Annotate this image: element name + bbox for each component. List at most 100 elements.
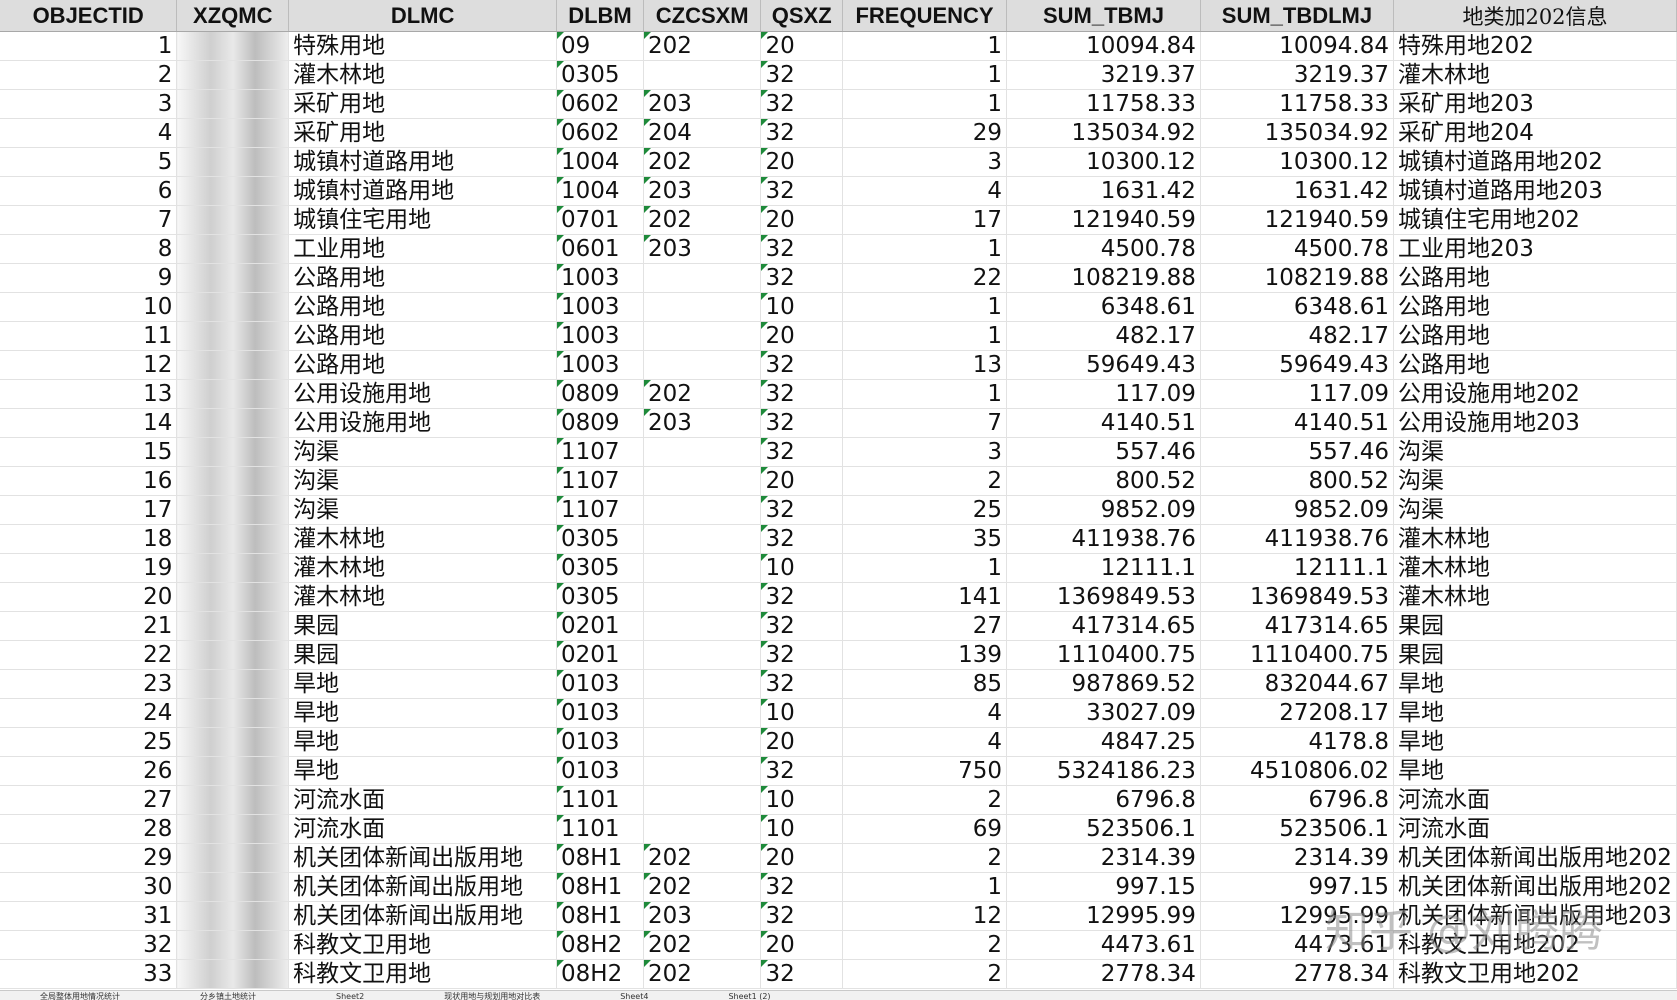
cell-xzqmc[interactable] <box>176 60 290 90</box>
cell-sum-tbdlmj[interactable]: 2314.39 <box>1200 843 1395 873</box>
cell-objectid[interactable]: 19 <box>0 553 178 583</box>
cell-objectid[interactable]: 28 <box>0 814 178 844</box>
cell-xzqmc[interactable] <box>176 930 290 960</box>
cell-czcsxm[interactable]: 203 <box>643 901 762 931</box>
cell--202-[interactable]: 特殊用地202 <box>1393 31 1677 61</box>
cell-sum-tbdlmj[interactable]: 3219.37 <box>1200 60 1395 90</box>
cell-objectid[interactable]: 27 <box>0 785 178 815</box>
cell-dlmc[interactable]: 果园 <box>288 611 558 641</box>
cell--202-[interactable]: 城镇村道路用地203 <box>1393 176 1677 206</box>
cell-objectid[interactable]: 14 <box>0 408 178 438</box>
cell-qsxz[interactable]: 10 <box>760 698 843 728</box>
cell-dlbm[interactable]: 0305 <box>556 60 644 90</box>
cell-qsxz[interactable]: 32 <box>760 524 843 554</box>
cell--202-[interactable]: 沟渠 <box>1393 495 1677 525</box>
cell-frequency[interactable]: 4 <box>842 698 1008 728</box>
cell-xzqmc[interactable] <box>176 379 290 409</box>
cell-sum-tbmj[interactable]: 9852.09 <box>1006 495 1201 525</box>
cell--202-[interactable]: 沟渠 <box>1393 437 1677 467</box>
column-header-sum-tbdlmj[interactable]: SUM_TBDLMJ <box>1200 0 1395 32</box>
cell-dlbm[interactable]: 1107 <box>556 495 644 525</box>
cell-frequency[interactable]: 25 <box>842 495 1008 525</box>
cell-sum-tbmj[interactable]: 557.46 <box>1006 437 1201 467</box>
cell-xzqmc[interactable] <box>176 466 290 496</box>
cell-dlmc[interactable]: 工业用地 <box>288 234 558 264</box>
cell-xzqmc[interactable] <box>176 118 290 148</box>
cell-frequency[interactable]: 1 <box>842 31 1008 61</box>
cell-dlmc[interactable]: 旱地 <box>288 669 558 699</box>
cell-qsxz[interactable]: 32 <box>760 379 843 409</box>
cell-frequency[interactable]: 17 <box>842 205 1008 235</box>
cell-xzqmc[interactable] <box>176 408 290 438</box>
cell-czcsxm[interactable]: 202 <box>643 379 762 409</box>
cell-dlmc[interactable]: 旱地 <box>288 727 558 757</box>
cell-qsxz[interactable]: 20 <box>760 466 843 496</box>
cell-dlmc[interactable]: 科教文卫用地 <box>288 930 558 960</box>
cell-dlbm[interactable]: 08H1 <box>556 901 644 931</box>
cell-qsxz[interactable]: 32 <box>760 176 843 206</box>
cell-sum-tbdlmj[interactable]: 59649.43 <box>1200 350 1395 380</box>
cell-frequency[interactable]: 13 <box>842 350 1008 380</box>
column-header-dlmc[interactable]: DLMC <box>288 0 558 32</box>
cell-dlmc[interactable]: 沟渠 <box>288 466 558 496</box>
cell-objectid[interactable]: 17 <box>0 495 178 525</box>
cell-czcsxm[interactable] <box>643 553 762 583</box>
cell-frequency[interactable]: 29 <box>842 118 1008 148</box>
cell-dlmc[interactable]: 公用设施用地 <box>288 379 558 409</box>
cell-objectid[interactable]: 3 <box>0 89 178 119</box>
cell-czcsxm[interactable] <box>643 292 762 322</box>
cell-dlbm[interactable]: 08H2 <box>556 930 644 960</box>
cell-sum-tbdlmj[interactable]: 135034.92 <box>1200 118 1395 148</box>
cell-dlmc[interactable]: 机关团体新闻出版用地 <box>288 901 558 931</box>
cell-dlmc[interactable]: 灌木林地 <box>288 582 558 612</box>
cell-xzqmc[interactable] <box>176 234 290 264</box>
cell-sum-tbmj[interactable]: 59649.43 <box>1006 350 1201 380</box>
cell-objectid[interactable]: 7 <box>0 205 178 235</box>
cell-dlbm[interactable]: 0201 <box>556 611 644 641</box>
cell-dlbm[interactable]: 1107 <box>556 466 644 496</box>
cell-frequency[interactable]: 4 <box>842 176 1008 206</box>
cell-objectid[interactable]: 11 <box>0 321 178 351</box>
cell--202-[interactable]: 采矿用地204 <box>1393 118 1677 148</box>
cell-qsxz[interactable]: 10 <box>760 553 843 583</box>
cell-czcsxm[interactable] <box>643 263 762 293</box>
cell-sum-tbmj[interactable]: 2778.34 <box>1006 959 1201 989</box>
cell-qsxz[interactable]: 32 <box>760 60 843 90</box>
cell-sum-tbmj[interactable]: 482.17 <box>1006 321 1201 351</box>
cell-objectid[interactable]: 6 <box>0 176 178 206</box>
cell-qsxz[interactable]: 32 <box>760 350 843 380</box>
cell-sum-tbdlmj[interactable]: 523506.1 <box>1200 814 1395 844</box>
cell-czcsxm[interactable] <box>643 437 762 467</box>
cell-sum-tbmj[interactable]: 997.15 <box>1006 872 1201 902</box>
column-header-qsxz[interactable]: QSXZ <box>760 0 843 32</box>
cell-sum-tbmj[interactable]: 1110400.75 <box>1006 640 1201 670</box>
cell-dlbm[interactable]: 0602 <box>556 118 644 148</box>
cell-dlmc[interactable]: 旱地 <box>288 698 558 728</box>
cell-dlbm[interactable]: 0305 <box>556 582 644 612</box>
cell-sum-tbmj[interactable]: 10094.84 <box>1006 31 1201 61</box>
cell-xzqmc[interactable] <box>176 321 290 351</box>
cell-qsxz[interactable]: 20 <box>760 205 843 235</box>
cell-frequency[interactable]: 35 <box>842 524 1008 554</box>
cell--202-[interactable]: 工业用地203 <box>1393 234 1677 264</box>
cell-frequency[interactable]: 750 <box>842 756 1008 786</box>
cell-xzqmc[interactable] <box>176 901 290 931</box>
cell-dlmc[interactable]: 城镇村道路用地 <box>288 176 558 206</box>
cell-sum-tbdlmj[interactable]: 11758.33 <box>1200 89 1395 119</box>
cell-frequency[interactable]: 4 <box>842 727 1008 757</box>
cell-czcsxm[interactable]: 202 <box>643 843 762 873</box>
cell-dlbm[interactable]: 0201 <box>556 640 644 670</box>
cell-dlbm[interactable]: 1101 <box>556 814 644 844</box>
cell-objectid[interactable]: 5 <box>0 147 178 177</box>
cell-objectid[interactable]: 24 <box>0 698 178 728</box>
cell-czcsxm[interactable] <box>643 466 762 496</box>
cell-czcsxm[interactable] <box>643 640 762 670</box>
cell-dlmc[interactable]: 灌木林地 <box>288 524 558 554</box>
cell-objectid[interactable]: 21 <box>0 611 178 641</box>
cell--202-[interactable]: 灌木林地 <box>1393 60 1677 90</box>
cell-sum-tbdlmj[interactable]: 121940.59 <box>1200 205 1395 235</box>
cell-dlmc[interactable]: 灌木林地 <box>288 60 558 90</box>
cell-dlmc[interactable]: 机关团体新闻出版用地 <box>288 843 558 873</box>
cell--202-[interactable]: 旱地 <box>1393 756 1677 786</box>
column-header-objectid[interactable]: OBJECTID <box>0 0 178 32</box>
